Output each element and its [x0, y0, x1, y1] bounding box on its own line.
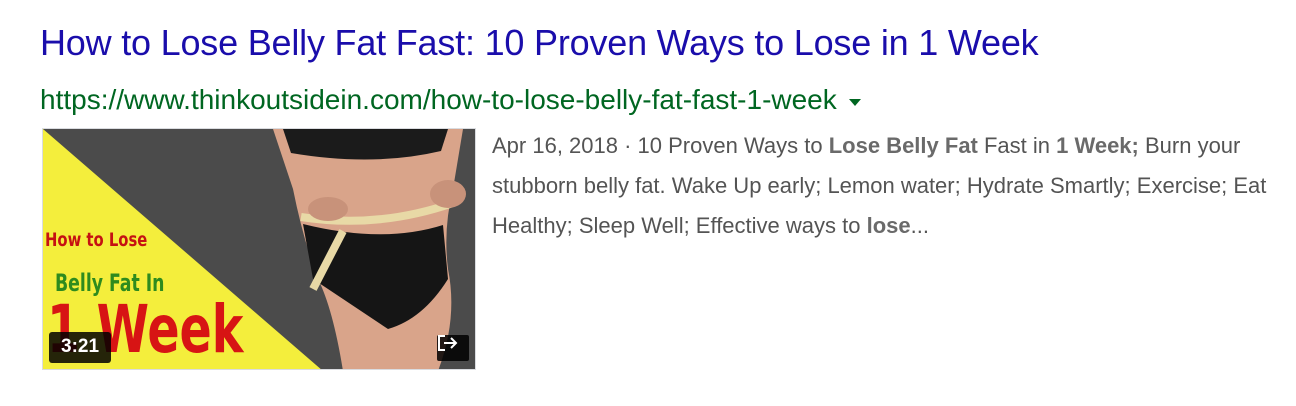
snippet-text: 10 Proven Ways to: [637, 133, 829, 158]
snippet-ellipsis: ...: [910, 213, 929, 238]
snippet-date: Apr 16, 2018: [492, 133, 618, 158]
snippet-bold: 1 Week;: [1056, 133, 1139, 158]
result-snippet: Apr 16, 2018 · 10 Proven Ways to Lose Be…: [492, 126, 1282, 246]
thumb-line-1: How to Lose: [45, 229, 148, 251]
search-result: How to Lose Belly Fat Fast: 10 Proven Wa…: [0, 0, 1296, 406]
video-thumbnail[interactable]: How to Lose Belly Fat In 1 Week 3:21: [42, 128, 476, 370]
snippet-separator: ·: [617, 133, 638, 158]
result-title-link[interactable]: How to Lose Belly Fat Fast: 10 Proven Wa…: [40, 22, 1039, 64]
snippet-text: Fast in: [977, 133, 1057, 158]
caret-down-icon[interactable]: [848, 98, 861, 106]
open-external-icon[interactable]: [437, 335, 469, 361]
video-duration-badge: 3:21: [49, 332, 112, 363]
snippet-bold: lose: [866, 213, 911, 238]
snippet-bold: Lose Belly Fat: [828, 133, 978, 158]
result-url-row: https://www.thinkoutsidein.com/how-to-lo…: [40, 84, 861, 116]
result-url[interactable]: https://www.thinkoutsidein.com/how-to-lo…: [40, 84, 837, 116]
